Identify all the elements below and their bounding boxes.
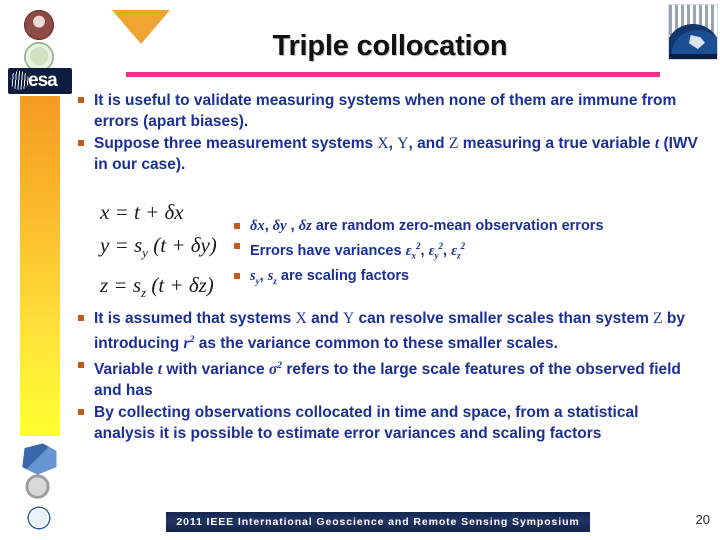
bullet-item: It is useful to validate measuring syste…: [76, 90, 702, 132]
bullet-item: Variable t with variance σ2 refers to th…: [76, 355, 702, 401]
esa-globe-icon: [10, 71, 29, 90]
lower-bullet-list: It is assumed that systems X and Y can r…: [76, 308, 702, 444]
sidebar-gradient-bar: [20, 96, 60, 436]
bullet-item: δx, δy , δz are random zero-mean observa…: [232, 216, 708, 236]
definitions-block: δx, δy , δz are random zero-mean observa…: [232, 216, 708, 291]
top-bullet-list: It is useful to validate measuring syste…: [76, 90, 702, 175]
badge-base: [669, 54, 717, 59]
esa-earth-observation-icon: [668, 4, 718, 60]
bullet-item: It is assumed that systems X and Y can r…: [76, 308, 702, 354]
coin-icon: [24, 474, 54, 504]
title-underline: [126, 72, 660, 77]
bullet-item: Errors have variances εx2, εy2, εz2: [232, 236, 708, 266]
page-number: 20: [695, 512, 710, 527]
page-title: Triple collocation: [272, 30, 508, 62]
conference-banner: 2011 IEEE International Geoscience and R…: [166, 512, 590, 532]
lower-bullet-block: It is assumed that systems X and Y can r…: [76, 308, 702, 445]
bullet-item: Suppose three measurement systems X, Y, …: [76, 133, 702, 175]
slide-canvas: esa Triple collocation It is useful to v…: [0, 0, 720, 540]
equation-section: x = t + δx y = sy (t + δy) z = sz (t + δz)…: [76, 196, 708, 300]
cube-icon: [22, 443, 57, 475]
bullet-item: By collecting observations collocated in…: [76, 402, 702, 444]
institute-seal-icon: [23, 502, 55, 534]
definitions-list: δx, δy , δz are random zero-mean observa…: [232, 216, 708, 291]
esa-wordmark-logo: esa: [8, 68, 72, 94]
bullet-item: sy, sz are scaling factors: [232, 266, 708, 291]
esa-wordmark-text: esa: [28, 70, 58, 91]
top-bullet-block: It is useful to validate measuring syste…: [76, 90, 702, 176]
